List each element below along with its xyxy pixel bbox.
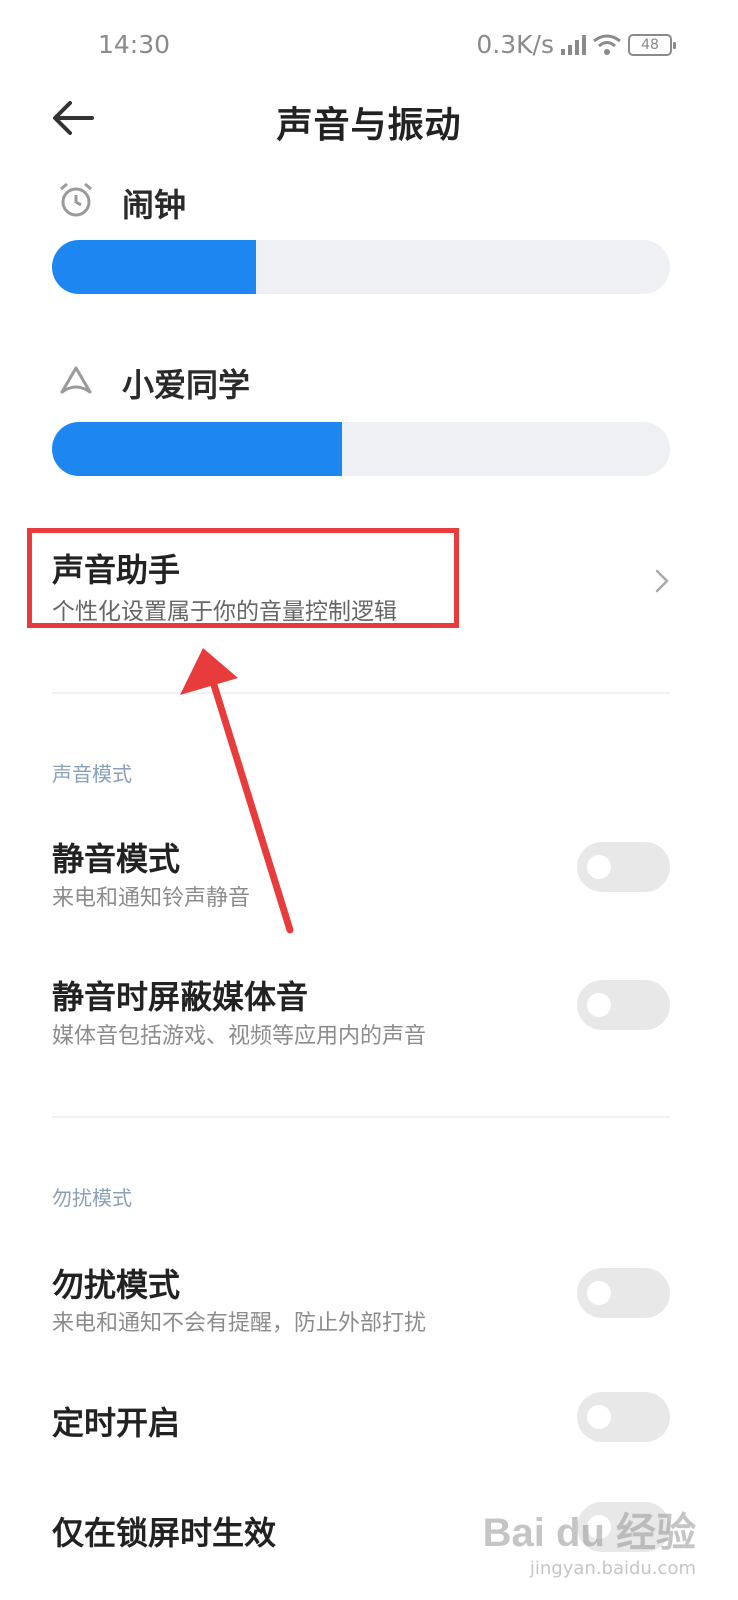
wifi-icon xyxy=(593,34,621,55)
chevron-right-icon xyxy=(655,569,669,593)
battery-icon: 48 xyxy=(628,33,676,56)
volume-slider-alarm[interactable] xyxy=(52,240,670,294)
xiaoai-assistant-icon xyxy=(60,366,92,394)
lockscreen-only-title: 仅在锁屏时生效 xyxy=(52,1514,277,1552)
silent-mode-toggle[interactable] xyxy=(577,842,670,892)
mute-media-subtitle: 媒体音包括游戏、视频等应用内的声音 xyxy=(52,1024,427,1049)
silent-mode-title: 静音模式 xyxy=(52,840,181,878)
mute-media-title: 静音时屏蔽媒体音 xyxy=(52,978,309,1016)
status-right: 0.3K/s 48 xyxy=(476,30,676,59)
status-time: 14:30 xyxy=(98,30,171,59)
highlight-box xyxy=(27,528,459,628)
watermark-main: Bai du 经验 xyxy=(482,1511,696,1555)
silent-mode-subtitle: 来电和通知铃声静音 xyxy=(52,886,251,911)
alarm-clock-icon xyxy=(60,182,92,217)
watermark: Bai du 经验 jingyan.baidu.com xyxy=(483,1500,696,1579)
volume-slider-xiaoai[interactable] xyxy=(52,422,670,476)
scheduled-title: 定时开启 xyxy=(52,1404,181,1442)
dnd-mode-toggle[interactable] xyxy=(577,1268,670,1318)
divider xyxy=(52,1116,670,1118)
page-title: 声音与振动 xyxy=(276,105,462,146)
watermark-sub: jingyan.baidu.com xyxy=(529,1558,696,1579)
divider xyxy=(52,692,670,694)
scheduled-toggle[interactable] xyxy=(577,1392,670,1442)
network-speed: 0.3K/s xyxy=(476,30,554,59)
signal-icon xyxy=(561,34,586,55)
dnd-mode-title: 勿扰模式 xyxy=(52,1266,181,1304)
volume-label-xiaoai: 小爱同学 xyxy=(122,366,251,404)
section-header-sound-mode: 声音模式 xyxy=(52,762,132,786)
battery-level: 48 xyxy=(641,36,659,53)
section-header-dnd: 勿扰模式 xyxy=(52,1186,132,1210)
volume-fill-xiaoai xyxy=(52,422,343,476)
volume-fill-alarm xyxy=(52,240,256,294)
mute-media-toggle[interactable] xyxy=(577,980,670,1030)
dnd-mode-subtitle: 来电和通知不会有提醒，防止外部打扰 xyxy=(52,1311,427,1336)
volume-label-alarm: 闹钟 xyxy=(122,186,187,224)
